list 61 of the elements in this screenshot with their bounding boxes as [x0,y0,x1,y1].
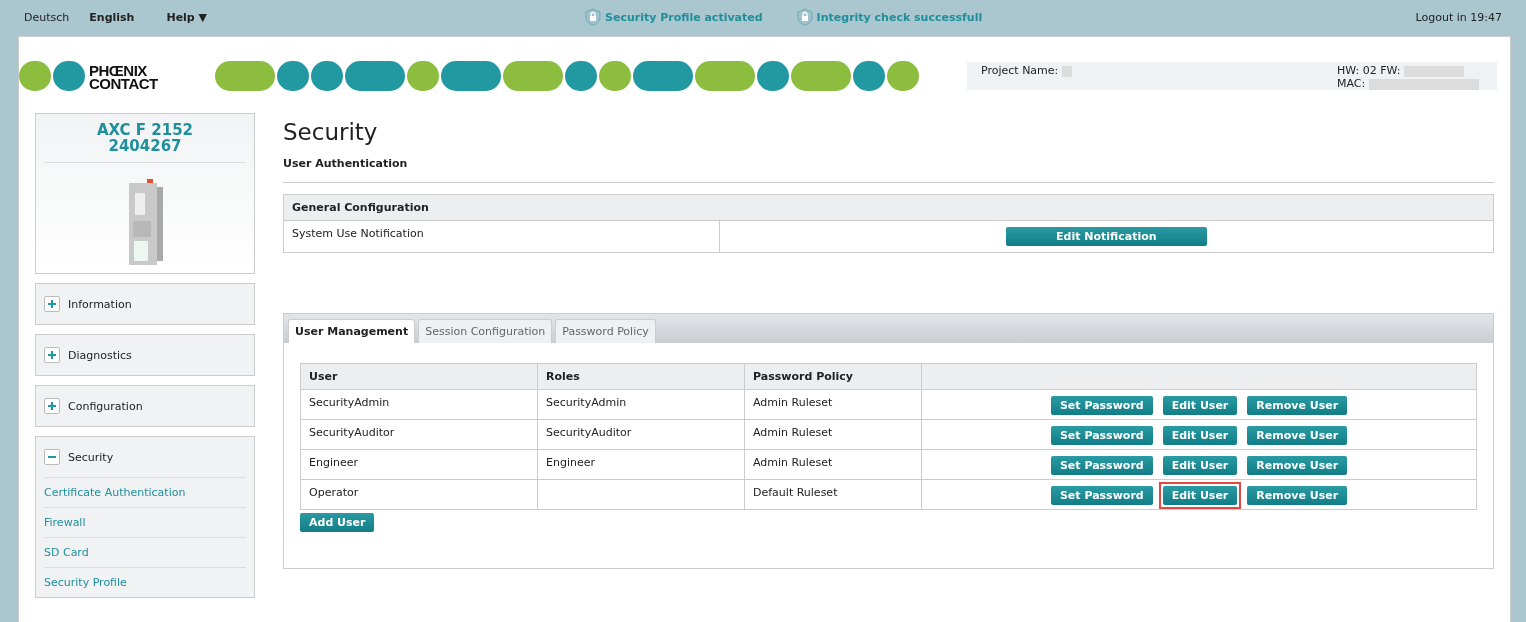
sidebar-item[interactable]: Configuration [68,399,143,413]
collapse-icon[interactable] [44,449,60,465]
action-button[interactable]: Set Password [1050,396,1153,415]
column-header: Password Policy [744,363,922,390]
help-menu[interactable]: Help ▼ [166,10,208,24]
expand-icon[interactable] [44,347,60,363]
sidebar-link[interactable]: Certificate Authentication [44,477,246,507]
status-text: Integrity check successfull [816,10,983,24]
table-cell: System Use Notification [283,220,720,253]
tab[interactable]: Password Policy [555,319,656,343]
table-cell: Engineer [300,449,538,480]
table-cell: Operator [300,479,538,510]
section-heading: User Authentication [283,157,1494,183]
status-text: Security Profile activated [605,10,763,24]
expand-icon[interactable] [44,398,60,414]
table-cell: SecurityAdmin [537,389,745,420]
expand-icon[interactable] [44,296,60,312]
sidebar-item[interactable]: Diagnostics [68,348,132,362]
table-cell: Admin Ruleset [744,419,922,450]
company-logo: PHŒNIX CONTACT [89,64,158,90]
table-cell: SecurityAdmin [300,389,538,420]
table-cell: Engineer [537,449,745,480]
language-link[interactable]: English [89,10,135,24]
project-name-label: Project Name: [981,64,1059,77]
tab[interactable]: Session Configuration [418,319,553,343]
table-header: General Configuration [283,194,1494,221]
sidebar-item[interactable]: Information [68,297,132,311]
language-link[interactable]: Deutsch [24,10,70,24]
action-button[interactable]: Edit User [1162,396,1238,415]
action-button[interactable]: Set Password [1050,486,1153,505]
logout-timer: Logout in 19:47 [1415,10,1502,24]
action-button[interactable]: Remove User [1247,456,1348,475]
shield-lock-icon [796,8,813,26]
edit-notification-button[interactable]: Edit Notification [1006,227,1207,246]
table-cell: SecurityAuditor [537,419,745,450]
device-name: AXC F 2152 [95,122,195,138]
sidebar-link[interactable]: Security Profile [44,567,246,597]
action-button[interactable]: Edit User [1162,486,1238,505]
action-button[interactable]: Set Password [1050,426,1153,445]
table-cell: Default Ruleset [744,479,922,510]
column-header: User [300,363,538,390]
action-button[interactable]: Remove User [1247,486,1348,505]
tab[interactable]: User Management [288,319,416,343]
action-button[interactable]: Edit User [1162,456,1238,475]
page-title: Security [283,119,379,145]
device-number: 2404267 [107,138,183,154]
hardware-label: HW: 02 FW: [1337,64,1401,77]
sidebar-item[interactable]: Security [68,450,114,464]
add-user-button[interactable]: Add User [300,513,375,532]
mac-label: MAC: [1337,77,1366,90]
shield-lock-icon [585,8,601,26]
table-cell: Admin Ruleset [744,449,922,480]
table-cell: SecurityAuditor [300,419,538,450]
action-button[interactable]: Edit User [1162,426,1238,445]
action-button[interactable]: Remove User [1247,396,1348,415]
sidebar-link[interactable]: SD Card [44,537,246,567]
sidebar-link[interactable]: Firewall [44,507,246,537]
action-button[interactable]: Remove User [1247,426,1348,445]
table-cell: Admin Ruleset [744,389,922,420]
column-header: Roles [537,363,745,390]
action-button[interactable]: Set Password [1050,456,1153,475]
